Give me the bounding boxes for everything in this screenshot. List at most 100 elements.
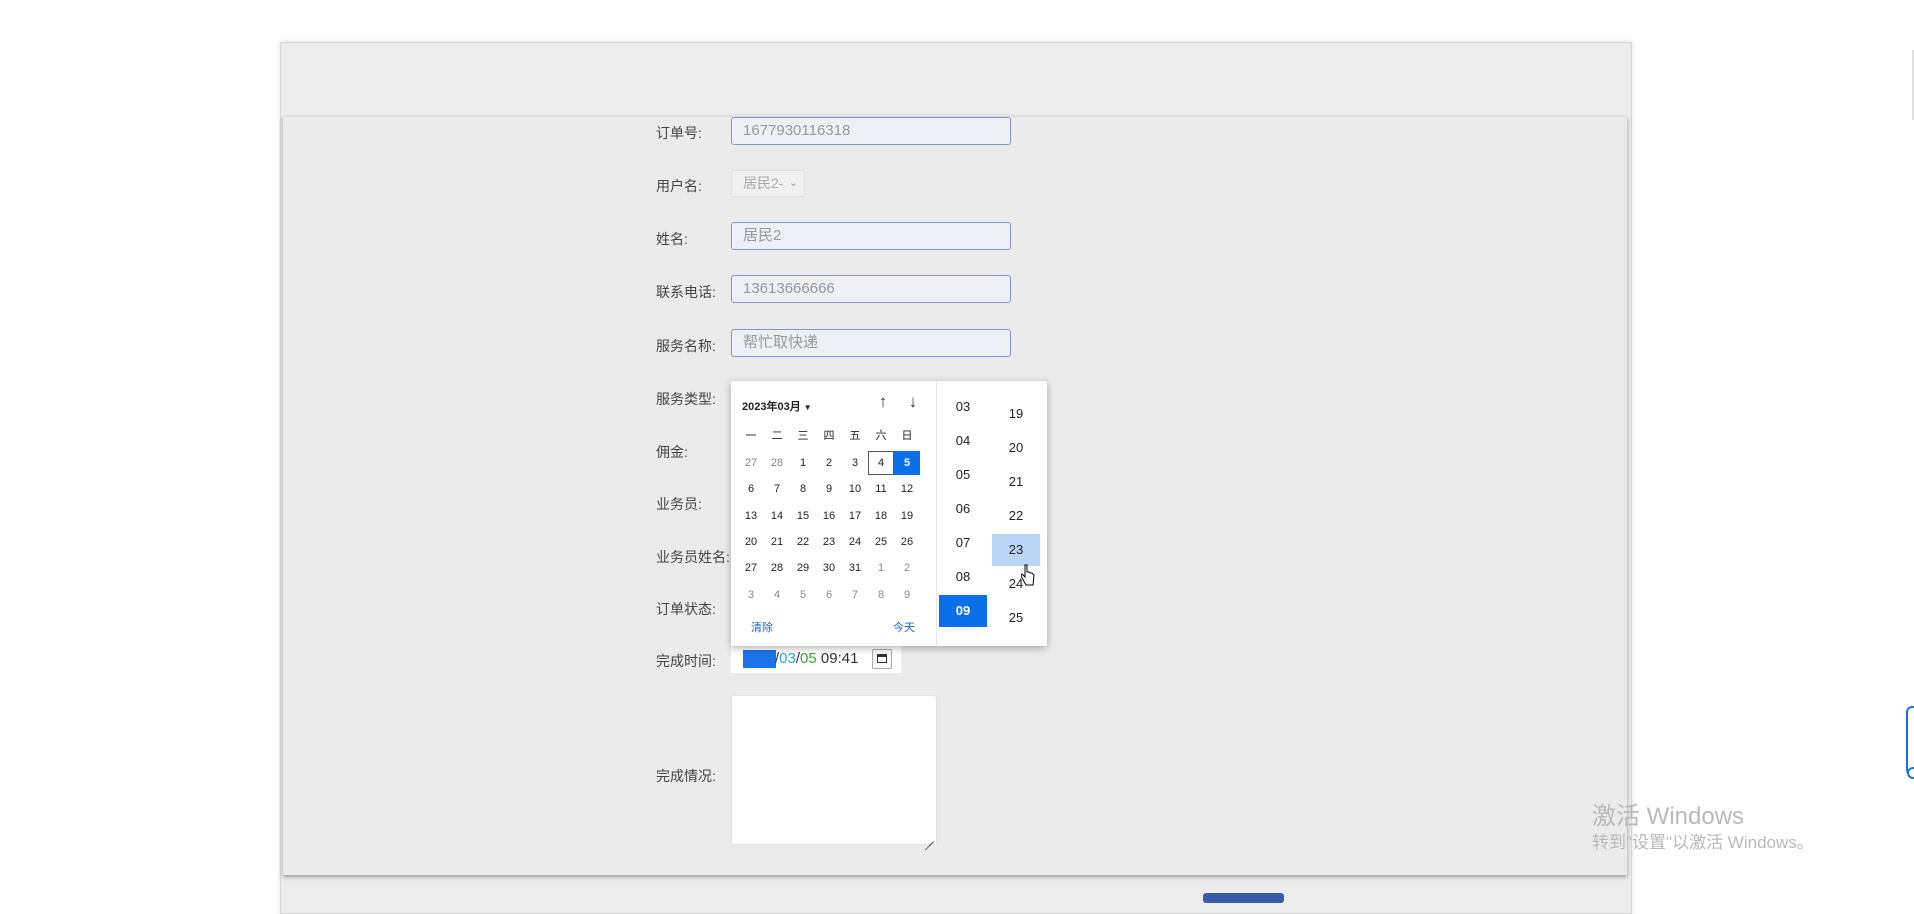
calendar-day[interactable]: 9: [816, 477, 842, 501]
calendar-day[interactable]: 21: [764, 530, 790, 554]
hour-option[interactable]: 03: [939, 391, 987, 423]
calendar-day[interactable]: 15: [790, 504, 816, 528]
minute-option[interactable]: 23: [992, 534, 1040, 566]
calendar-day[interactable]: 28: [764, 451, 790, 475]
calendar-day[interactable]: 18: [868, 504, 894, 528]
weekday-label: 日: [901, 430, 913, 442]
weekday-label: 五: [849, 430, 861, 442]
calendar-day[interactable]: 31: [842, 556, 868, 580]
calendar-day[interactable]: 26: [894, 530, 920, 554]
calendar-day[interactable]: 2: [894, 556, 920, 580]
finish-time-year[interactable]: 2023: [743, 650, 777, 668]
calendar-day[interactable]: 28: [764, 556, 790, 580]
weekday-label: 六: [875, 430, 887, 442]
mouse-cursor-icon: [1021, 564, 1035, 586]
calendar-day[interactable]: 19: [894, 504, 920, 528]
hour-option[interactable]: 07: [939, 527, 987, 559]
calendar-day[interactable]: 7: [842, 583, 868, 607]
resize-grip-icon[interactable]: [924, 832, 934, 842]
minute-option[interactable]: 25: [992, 602, 1040, 634]
calendar-day[interactable]: 13: [738, 504, 764, 528]
calendar-day[interactable]: 8: [790, 477, 816, 501]
calendar-day[interactable]: 6: [816, 583, 842, 607]
finish-time-day[interactable]: 05: [800, 650, 817, 667]
calendar-day[interactable]: 23: [816, 530, 842, 554]
calendar-day[interactable]: 29: [790, 556, 816, 580]
weekday-label: 四: [823, 430, 835, 442]
calendar-day[interactable]: 17: [842, 504, 868, 528]
username-select[interactable]: 居民2- ⌄: [731, 170, 805, 197]
calendar-day[interactable]: 11: [868, 477, 894, 501]
calendar-day[interactable]: 20: [738, 530, 764, 554]
calendar-day[interactable]: 9: [894, 583, 920, 607]
datetime-picker: 2023年03月 ▼ ↑ ↓ 清除 今天 一二三四五六日 27 28 1 2 3 4 5 6 7 8 9…: [731, 381, 1047, 646]
hour-option[interactable]: 09: [939, 595, 987, 627]
minute-option[interactable]: 22: [992, 500, 1040, 532]
calendar-day[interactable]: 5: [790, 583, 816, 607]
watermark-subtitle: 转到"设置"以激活 Windows。: [1592, 833, 1814, 852]
hour-option[interactable]: 08: [939, 561, 987, 593]
label-service-name: 服务名称:: [656, 338, 716, 354]
finish-time-month[interactable]: 03: [779, 650, 796, 667]
weekday-label: 二: [771, 430, 783, 442]
calendar-day[interactable]: 22: [790, 530, 816, 554]
finish-situation-textarea[interactable]: [731, 695, 937, 845]
minute-option[interactable]: 21: [992, 466, 1040, 498]
label-finish-time: 完成时间:: [656, 653, 716, 669]
order-no-input[interactable]: 1677930116318: [731, 117, 1011, 145]
calendar-day[interactable]: 24: [842, 530, 868, 554]
username-select-value: 居民2-: [743, 175, 784, 191]
calendar-icon[interactable]: [872, 649, 892, 669]
calendar-day[interactable]: 3: [738, 583, 764, 607]
finish-time-rest: /03/05 09:41: [775, 650, 859, 667]
minute-option[interactable]: 19: [992, 398, 1040, 430]
arrow-up-icon[interactable]: ↑: [872, 391, 894, 413]
calendar-day[interactable]: 3: [842, 451, 868, 475]
calendar-day[interactable]: 2: [816, 451, 842, 475]
picker-divider: [936, 381, 937, 646]
today-button[interactable]: 今天: [893, 619, 915, 635]
month-year-selector[interactable]: 2023年03月 ▼: [742, 398, 812, 414]
calendar-day[interactable]: 4: [764, 583, 790, 607]
clear-button[interactable]: 清除: [751, 619, 773, 635]
watermark-title: 激活 Windows: [1592, 803, 1745, 830]
label-finish-situation: 完成情况:: [656, 768, 716, 784]
calendar-day[interactable]: 12: [894, 477, 920, 501]
label-username: 用户名:: [656, 178, 702, 194]
chevron-down-icon: ⌄: [788, 177, 798, 189]
calendar-day[interactable]: 27: [738, 451, 764, 475]
calendar-day[interactable]: 4: [868, 451, 894, 475]
label-order-no: 订单号:: [656, 125, 702, 141]
calendar-day[interactable]: 1: [868, 556, 894, 580]
label-commission: 佣金:: [656, 444, 688, 460]
calendar-day[interactable]: 10: [842, 477, 868, 501]
hour-option[interactable]: 04: [939, 425, 987, 457]
calendar-day[interactable]: 7: [764, 477, 790, 501]
finish-time-input[interactable]: 2023 /03/05 09:41: [731, 645, 901, 673]
hour-option[interactable]: 05: [939, 459, 987, 491]
name-input[interactable]: 居民2: [731, 222, 1011, 250]
calendar-day[interactable]: 27: [738, 556, 764, 580]
calendar-day[interactable]: 16: [816, 504, 842, 528]
minute-option[interactable]: 20: [992, 432, 1040, 464]
service-name-input[interactable]: 帮忙取快递: [731, 329, 1011, 357]
month-title: 2023年03月: [742, 401, 801, 413]
calendar-day[interactable]: 25: [868, 530, 894, 554]
label-order-status: 订单状态:: [656, 601, 716, 617]
calendar-day[interactable]: 14: [764, 504, 790, 528]
label-phone: 联系电话:: [656, 284, 716, 300]
hour-option[interactable]: 06: [939, 493, 987, 525]
calendar-day[interactable]: 6: [738, 477, 764, 501]
label-service-type: 服务类型:: [656, 391, 716, 407]
weekday-label: 三: [797, 430, 809, 442]
submit-button[interactable]: [1203, 893, 1284, 903]
calendar-day[interactable]: 1: [790, 451, 816, 475]
calendar-day[interactable]: 8: [868, 583, 894, 607]
phone-input[interactable]: 13613666666: [731, 275, 1011, 303]
edge-scroll-handle[interactable]: [1906, 706, 1914, 779]
finish-time-clock[interactable]: 09:41: [821, 650, 859, 667]
calendar-day[interactable]: 5: [894, 451, 920, 475]
arrow-down-icon[interactable]: ↓: [902, 391, 924, 413]
calendar-day[interactable]: 30: [816, 556, 842, 580]
label-staff: 业务员:: [656, 496, 702, 512]
